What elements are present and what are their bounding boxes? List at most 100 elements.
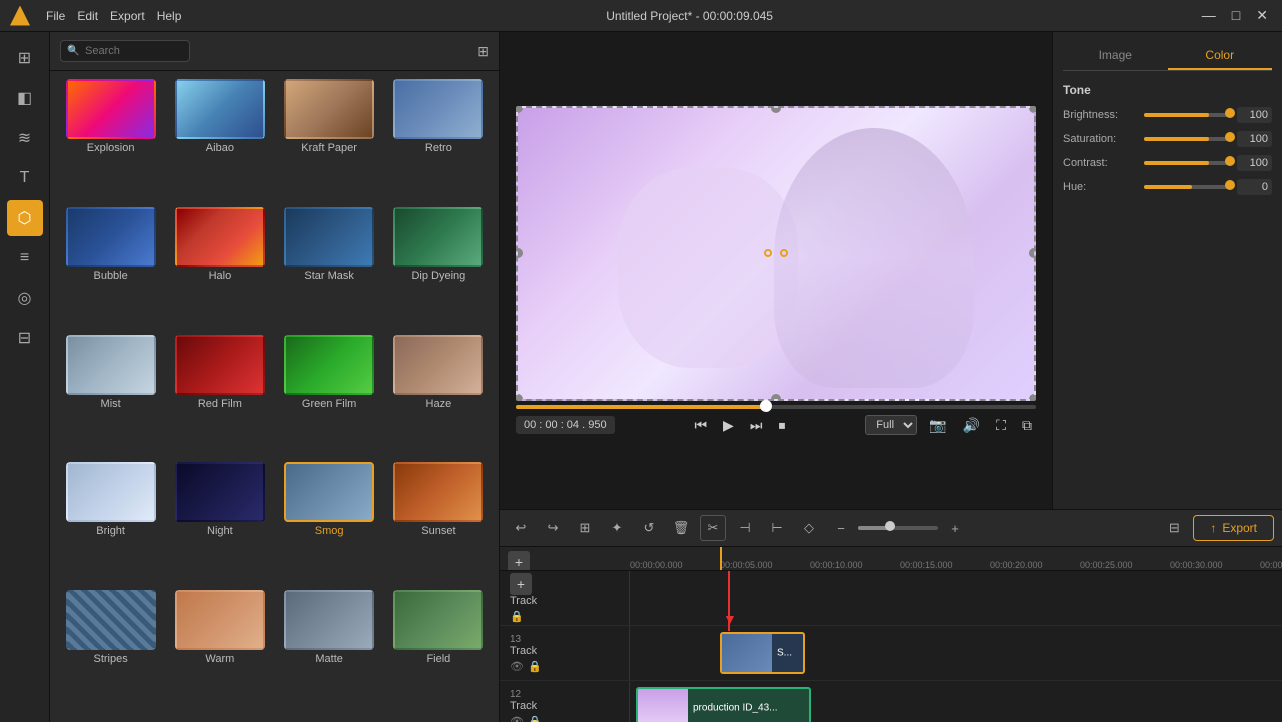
handle-bottom-left[interactable] [516, 394, 523, 401]
step-back-button[interactable]: ⏮ [690, 415, 711, 436]
delete-button[interactable]: 🗑 [668, 515, 694, 541]
list-item[interactable]: production ID_43... [636, 687, 811, 722]
handle-mid-left[interactable] [516, 248, 523, 258]
tab-image[interactable]: Image [1063, 42, 1168, 70]
step-forward-button[interactable]: ⏭ [746, 415, 767, 436]
trim-left-button[interactable]: ⊣ [732, 515, 758, 541]
list-item[interactable]: Bubble [58, 207, 163, 331]
export-button[interactable]: ↑ Export [1193, 515, 1274, 541]
ctrl-buttons: ⏮ ▶ ⏭ ⏹ [690, 415, 789, 436]
audio-button[interactable]: 🔊 [959, 415, 984, 436]
lock-icon[interactable]: 🔒 [528, 715, 542, 722]
sidebar-item-audio[interactable]: ≋ [7, 120, 43, 156]
handle-top-left[interactable] [516, 106, 523, 113]
list-item[interactable]: Retro [386, 79, 491, 203]
menu-help[interactable]: Help [157, 9, 182, 23]
list-item[interactable]: Mist [58, 335, 163, 459]
sidebar-item-media[interactable]: ⊞ [7, 40, 43, 76]
add-track-button[interactable]: + [508, 551, 530, 571]
progress-track[interactable] [516, 405, 1036, 409]
menu-edit[interactable]: Edit [77, 9, 98, 23]
filter-grid: Explosion Aibao Kraft Paper Retro Bubble [50, 71, 499, 722]
list-item[interactable]: Bright [58, 462, 163, 586]
close-button[interactable]: ✕ [1252, 7, 1272, 24]
cut-button[interactable]: ✂ [700, 515, 726, 541]
list-item[interactable]: Dip Dyeing [386, 207, 491, 331]
props-panel: Image Color Tone Brightness: 100 [1052, 32, 1282, 509]
track-content-13[interactable]: S... [630, 626, 1282, 680]
list-item[interactable]: Smog [277, 462, 382, 586]
settings-button[interactable]: ⊟ [1161, 515, 1187, 541]
handle-bottom-right[interactable] [1029, 394, 1036, 401]
zoom-track[interactable] [858, 526, 938, 530]
list-item[interactable]: Aibao [167, 79, 272, 203]
saturation-slider[interactable] [1144, 137, 1231, 141]
list-item[interactable]: Green Film [277, 335, 382, 459]
add-media-button[interactable]: ⊞ [572, 515, 598, 541]
sidebar-item-transitions[interactable]: ⊟ [7, 320, 43, 356]
list-item[interactable]: Kraft Paper [277, 79, 382, 203]
ruler-mark: 00:00:15.000 [900, 560, 953, 570]
hue-slider[interactable] [1144, 185, 1231, 189]
brightness-slider[interactable] [1144, 113, 1231, 117]
redo-button[interactable]: ↩ [540, 515, 566, 541]
list-item[interactable]: Matte [277, 590, 382, 714]
list-item[interactable]: Stripes [58, 590, 163, 714]
refresh-button[interactable]: ↺ [636, 515, 662, 541]
sidebar-item-layers[interactable]: ◧ [7, 80, 43, 116]
sidebar-item-effects[interactable]: ⬡ [7, 200, 43, 236]
zoom-in-button[interactable]: + [942, 515, 968, 541]
undo-button[interactable]: ↩ [508, 515, 534, 541]
progress-thumb[interactable] [760, 400, 772, 412]
list-item[interactable]: Sunset [386, 462, 491, 586]
contrast-slider[interactable] [1144, 161, 1231, 165]
zoom-out-button[interactable]: − [828, 515, 854, 541]
sidebar-item-filters[interactable]: ≡ [7, 240, 43, 276]
list-item[interactable]: Warm [167, 590, 272, 714]
list-item[interactable]: Red Film [167, 335, 272, 459]
preview-area: 00 : 00 : 04 . 950 ⏮ ▶ ⏭ ⏹ Full 1/2 1/4 [500, 32, 1052, 509]
fullscreen-button[interactable]: ⛶ [992, 415, 1010, 436]
list-item[interactable]: Halo [167, 207, 272, 331]
brightness-thumb [1225, 108, 1235, 118]
sidebar-item-text[interactable]: T [7, 160, 43, 196]
minimize-button[interactable]: — [1198, 7, 1220, 24]
filter-thumb-explosion [66, 79, 156, 139]
tab-color[interactable]: Color [1168, 42, 1273, 70]
list-item[interactable]: Star Mask [277, 207, 382, 331]
list-item[interactable]: Explosion [58, 79, 163, 203]
add-track-btn-inline[interactable]: + [510, 573, 532, 595]
list-item[interactable]: Field [386, 590, 491, 714]
handle-mid-right[interactable] [1029, 248, 1036, 258]
visibility-icon[interactable]: 👁 [510, 660, 524, 673]
menu-file[interactable]: File [46, 9, 65, 23]
trim-right-button[interactable]: ⊢ [764, 515, 790, 541]
lock-icon[interactable]: 🔒 [528, 660, 542, 673]
zoom-thumb[interactable] [885, 521, 895, 531]
stop-button[interactable]: ⏹ [774, 415, 789, 436]
marker-button[interactable]: ◇ [796, 515, 822, 541]
play-button[interactable]: ▶ [719, 415, 738, 436]
maximize-button[interactable]: □ [1228, 7, 1244, 24]
visibility-icon[interactable]: 👁 [510, 715, 524, 722]
sidebar-item-color[interactable]: ◎ [7, 280, 43, 316]
handle-top-mid[interactable] [771, 106, 781, 113]
add-text-button[interactable]: ✦ [604, 515, 630, 541]
quality-select[interactable]: Full 1/2 1/4 [865, 415, 917, 435]
grid-view-icon[interactable]: ⊞ [477, 43, 489, 60]
list-item[interactable]: Night [167, 462, 272, 586]
filter-label-explosion: Explosion [87, 142, 135, 154]
search-input[interactable] [60, 40, 190, 62]
list-item[interactable]: Haze [386, 335, 491, 459]
handle-top-right[interactable] [1029, 106, 1036, 113]
pip-button[interactable]: ⧉ [1018, 415, 1036, 436]
list-item[interactable]: S... [720, 632, 805, 674]
track-content-12[interactable]: production ID_43... [630, 681, 1282, 722]
handle-bottom-mid[interactable] [771, 394, 781, 401]
ruler-mark: 00:00:20.000 [990, 560, 1043, 570]
contrast-thumb [1225, 156, 1235, 166]
hue-thumb [1225, 180, 1235, 190]
lock-icon[interactable]: 🔒 [510, 610, 524, 623]
menu-export[interactable]: Export [110, 9, 145, 23]
screenshot-button[interactable]: 📷 [925, 415, 950, 436]
